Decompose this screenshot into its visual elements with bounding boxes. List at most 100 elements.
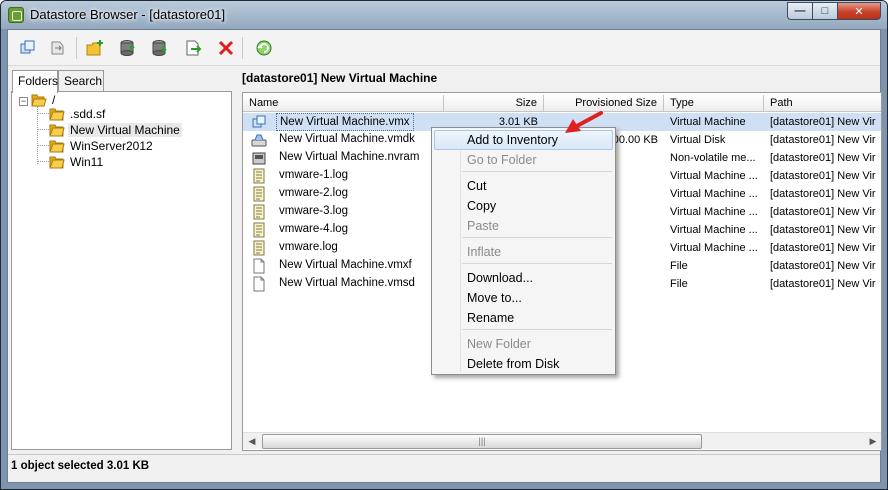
move-button[interactable]	[46, 36, 70, 60]
menu-separator	[462, 263, 612, 264]
refresh-button[interactable]	[252, 36, 276, 60]
tab-search[interactable]: Search	[58, 70, 104, 92]
app-icon	[8, 7, 24, 23]
toolbar-separator	[242, 37, 243, 59]
window-controls: — □ ✕	[787, 2, 881, 21]
file-path: [datastore01] New Vir	[770, 224, 876, 236]
log-icon	[253, 186, 265, 202]
move-to-button[interactable]	[182, 36, 206, 60]
tree-item-winserver2012[interactable]: WinServer2012	[49, 138, 155, 154]
folder-icon	[49, 140, 65, 153]
column-header-path[interactable]: Path	[764, 95, 881, 112]
menu-item-delete-from-disk[interactable]: Delete from Disk	[434, 354, 613, 374]
menu-item-download[interactable]: Download...	[434, 268, 613, 288]
toolbar-separator	[76, 37, 77, 59]
menu-item-new-folder: New Folder	[467, 337, 531, 351]
download-icon	[152, 40, 167, 56]
file-name: vmware-2.log	[279, 187, 349, 199]
tree-collapse-toggle[interactable]: −	[19, 97, 28, 106]
disk-icon	[251, 134, 267, 147]
file-type: Virtual Machine ...	[670, 170, 758, 182]
file-type: Virtual Machine ...	[670, 224, 758, 236]
menu-item-rename[interactable]: Rename	[434, 308, 613, 328]
log-icon	[253, 222, 265, 238]
tree-item-label: .sdd.sf	[70, 107, 106, 121]
annotation-arrow-icon	[565, 111, 603, 133]
file-path: [datastore01] New Vir	[770, 188, 876, 200]
upload-icon	[120, 40, 135, 56]
vm-icon	[252, 115, 266, 128]
file-path: [datastore01] New Vir	[770, 152, 876, 164]
horizontal-scrollbar[interactable]: ◀ ||| ▶	[243, 432, 881, 449]
scroll-thumb[interactable]: |||	[262, 434, 702, 449]
tree-item-label: New Virtual Machine	[68, 123, 182, 137]
file-name: New Virtual Machine.vmxf	[279, 259, 412, 271]
file-name: New Virtual Machine.nvram	[279, 151, 420, 163]
menu-separator	[462, 329, 612, 330]
menu-separator	[462, 171, 612, 172]
column-header-name[interactable]: Name	[243, 95, 444, 112]
menu-item-copy[interactable]: Copy	[434, 196, 613, 216]
menu-item-inflate: Inflate	[467, 245, 502, 259]
file-path: [datastore01] New Vir	[770, 116, 876, 128]
file-type: Non-volatile me...	[670, 152, 756, 164]
upload-button[interactable]	[116, 36, 140, 60]
maximize-button[interactable]: □	[812, 2, 838, 20]
menu-separator	[462, 237, 612, 238]
download-button[interactable]	[148, 36, 172, 60]
file-icon	[253, 258, 265, 274]
menu-item-move-to[interactable]: Move to...	[434, 288, 613, 308]
folder-icon	[49, 108, 65, 121]
tree-item-sdd-sf[interactable]: .sdd.sf	[49, 106, 107, 122]
tree-item-win11[interactable]: Win11	[49, 154, 105, 170]
log-icon	[253, 168, 265, 184]
file-path: [datastore01] New Vir	[770, 260, 876, 272]
menu-item-cut[interactable]: Cut	[434, 176, 613, 196]
file-name: vmware.log	[279, 241, 338, 253]
tree-item-label: WinServer2012	[70, 139, 153, 153]
tab-folders[interactable]: Folders	[12, 70, 58, 93]
log-icon	[253, 204, 265, 220]
delete-button[interactable]	[214, 36, 238, 60]
datastore-browser-icon	[20, 40, 35, 54]
status-bar: 1 object selected 3.01 KB	[8, 454, 880, 482]
tree-item-new-virtual-machine[interactable]: New Virtual Machine	[49, 122, 182, 138]
file-type: Virtual Disk	[670, 134, 726, 146]
tree-connector	[37, 106, 38, 164]
file-type: Virtual Machine ...	[670, 242, 758, 254]
tree-connector	[37, 113, 49, 114]
file-type: Virtual Machine ...	[670, 206, 758, 218]
title-bar[interactable]: Datastore Browser - [datastore01] — □ ✕	[1, 1, 887, 29]
delete-icon	[218, 40, 234, 56]
file-path: [datastore01] New Vir	[770, 278, 876, 290]
scroll-left-arrow[interactable]: ◀	[244, 434, 260, 449]
refresh-icon	[256, 40, 272, 56]
scroll-right-arrow[interactable]: ▶	[865, 434, 881, 449]
file-type: Virtual Machine	[670, 116, 746, 128]
file-path: [datastore01] New Vir	[770, 170, 876, 182]
file-name: New Virtual Machine.vmsd	[279, 277, 415, 289]
tree-connector	[37, 161, 49, 162]
log-icon	[253, 240, 265, 256]
file-name: New Virtual Machine.vmdk	[279, 133, 415, 145]
column-header-type[interactable]: Type	[664, 95, 764, 112]
status-text: 1 object selected 3.01 KB	[11, 460, 150, 472]
file-type: File	[670, 278, 688, 290]
file-type: File	[670, 260, 688, 272]
column-header-size[interactable]: Size	[444, 95, 544, 112]
move-to-icon	[186, 40, 202, 56]
file-name: vmware-3.log	[279, 205, 349, 217]
file-type: Virtual Machine ...	[670, 188, 758, 200]
tree-item-label: /	[52, 93, 56, 107]
file-path: [datastore01] New Vir	[770, 134, 876, 146]
minimize-button[interactable]: —	[787, 2, 813, 20]
toolbar	[8, 30, 880, 66]
folder-open-icon	[49, 124, 65, 137]
current-path: [datastore01] New Virtual Machine	[242, 71, 438, 85]
file-path: [datastore01] New Vir	[770, 242, 876, 254]
datastore-browser-button[interactable]	[16, 36, 40, 60]
new-folder-button[interactable]	[83, 36, 107, 60]
close-button[interactable]: ✕	[837, 2, 881, 20]
file-name: vmware-4.log	[279, 223, 349, 235]
file-name: vmware-1.log	[279, 169, 349, 181]
